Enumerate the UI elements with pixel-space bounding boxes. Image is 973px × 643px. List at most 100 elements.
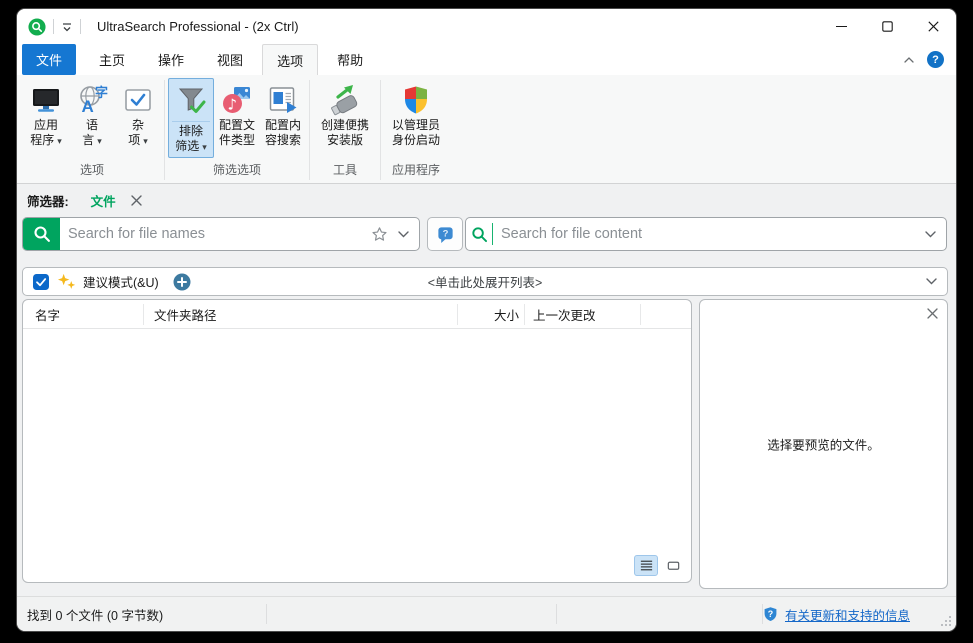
preview-placeholder-message: 选择要预览的文件。 bbox=[700, 435, 947, 454]
statusbar-separator bbox=[556, 604, 557, 624]
file-list-header: 名字 文件夹路径 大小 上一次更改 bbox=[23, 300, 691, 329]
statusbar-separator bbox=[266, 604, 267, 624]
update-shield-icon: ? bbox=[763, 606, 778, 622]
preview-close-icon[interactable] bbox=[924, 305, 940, 321]
column-separator[interactable] bbox=[640, 304, 641, 325]
tab-file[interactable]: 文件 bbox=[22, 44, 76, 75]
button-label: 容搜索 bbox=[265, 133, 301, 148]
ribbon-group-application: 以管理员 身份启动 应用程序 bbox=[381, 77, 451, 183]
content-search-doc-icon bbox=[267, 84, 299, 116]
expand-list-hint[interactable]: <单击此处展开列表> bbox=[23, 272, 947, 291]
resize-grip[interactable] bbox=[940, 615, 952, 627]
suggestion-mode-label: 建议模式(&U) bbox=[83, 272, 159, 291]
preview-panel: 选择要预览的文件。 bbox=[699, 299, 948, 589]
collapse-ribbon-icon[interactable] bbox=[903, 56, 915, 64]
tab-view[interactable]: 视图 bbox=[203, 44, 257, 75]
button-label: 言 bbox=[82, 133, 102, 149]
result-count-text: 找到 0 个文件 (0 字节数) bbox=[27, 605, 163, 624]
suggestion-mode-bar[interactable]: 建议模式(&U) <单击此处展开列表> bbox=[22, 267, 948, 296]
language-globe-icon: A 字 bbox=[76, 84, 108, 116]
configure-file-types-button[interactable]: ♪ 配置文 件类型 bbox=[214, 78, 260, 151]
tab-help[interactable]: 帮助 bbox=[323, 44, 377, 75]
button-label: 排除 bbox=[179, 124, 203, 139]
file-content-search-box[interactable] bbox=[465, 217, 947, 251]
svg-text:?: ? bbox=[442, 228, 448, 239]
filter-tab-files[interactable]: 文件 bbox=[91, 191, 116, 210]
column-separator[interactable] bbox=[143, 304, 144, 325]
button-label: 应用 bbox=[34, 118, 58, 133]
button-label: 杂 bbox=[132, 118, 144, 133]
button-label: 程序 bbox=[30, 133, 62, 149]
button-label: 语 bbox=[86, 118, 98, 133]
run-as-admin-button[interactable]: 以管理员 身份启动 bbox=[384, 78, 448, 151]
create-portable-button[interactable]: 创建便携 安装版 bbox=[313, 78, 377, 151]
close-button[interactable] bbox=[910, 9, 956, 44]
search-syntax-help-button[interactable]: ? bbox=[427, 217, 463, 251]
button-label: 安装版 bbox=[327, 133, 363, 148]
button-label: 创建便携 bbox=[321, 118, 369, 133]
group-label: 筛选选项 bbox=[165, 160, 309, 183]
language-button[interactable]: A 字 语 言 bbox=[69, 78, 115, 152]
minimize-button[interactable] bbox=[818, 9, 864, 44]
ribbon-tab-bar: 文件 主页 操作 视图 选项 帮助 ? bbox=[17, 44, 956, 75]
ribbon-group-options: 应用 程序 A 字 语 言 bbox=[20, 77, 164, 183]
window-title: UltraSearch Professional - (2x Ctrl) bbox=[97, 19, 299, 34]
svg-text:♪: ♪ bbox=[228, 96, 238, 114]
misc-button[interactable]: 杂 项 bbox=[115, 78, 161, 152]
button-label: 配置内 bbox=[265, 118, 301, 133]
column-header-name[interactable]: 名字 bbox=[35, 300, 60, 329]
button-label: 配置文 bbox=[219, 118, 255, 133]
search-row: ? bbox=[17, 217, 956, 251]
file-name-search-input[interactable] bbox=[60, 226, 371, 242]
titlebar-separator bbox=[53, 19, 54, 34]
svg-text:A: A bbox=[82, 97, 94, 116]
list-view-button[interactable] bbox=[634, 555, 658, 576]
status-bar: 找到 0 个文件 (0 字节数) ? 有关更新和支持的信息 bbox=[17, 596, 956, 631]
quick-access-dropdown-icon[interactable] bbox=[61, 22, 73, 32]
column-header-last-modified[interactable]: 上一次更改 bbox=[533, 300, 596, 329]
column-separator[interactable] bbox=[524, 304, 525, 325]
app-window: UltraSearch Professional - (2x Ctrl) 文件 … bbox=[17, 9, 956, 631]
application-button[interactable]: 应用 程序 bbox=[23, 78, 69, 152]
tile-view-icon bbox=[666, 558, 681, 573]
file-name-search-box[interactable] bbox=[22, 217, 420, 251]
file-content-search-input[interactable] bbox=[493, 226, 925, 242]
svg-text:字: 字 bbox=[95, 85, 108, 100]
list-view-icon bbox=[639, 558, 654, 573]
group-label: 工具 bbox=[310, 160, 380, 183]
search-icon bbox=[466, 225, 492, 244]
exclude-filter-button[interactable]: 排除 筛选 bbox=[168, 78, 214, 158]
titlebar-separator bbox=[80, 19, 81, 34]
suggestion-mode-checkbox[interactable] bbox=[33, 274, 49, 290]
usb-portable-icon bbox=[329, 84, 361, 116]
tab-actions[interactable]: 操作 bbox=[144, 44, 198, 75]
monitor-icon bbox=[30, 84, 62, 116]
chevron-down-icon[interactable] bbox=[398, 231, 409, 238]
button-label: 件类型 bbox=[219, 133, 255, 148]
button-label: 身份启动 bbox=[392, 133, 440, 148]
exclude-filter-funnel-icon bbox=[175, 84, 207, 116]
title-bar[interactable]: UltraSearch Professional - (2x Ctrl) bbox=[17, 9, 956, 44]
add-suggestion-icon[interactable] bbox=[173, 273, 191, 291]
chevron-down-icon[interactable] bbox=[926, 278, 937, 285]
file-types-media-icon: ♪ bbox=[221, 84, 253, 116]
group-label: 选项 bbox=[20, 160, 164, 183]
svg-text:?: ? bbox=[768, 609, 773, 619]
filter-close-icon[interactable] bbox=[130, 193, 144, 207]
tile-view-button[interactable] bbox=[661, 555, 685, 576]
checkbox-icon bbox=[122, 84, 154, 116]
help-icon[interactable]: ? bbox=[927, 51, 944, 68]
chevron-down-icon[interactable] bbox=[925, 231, 936, 238]
group-label: 应用程序 bbox=[381, 160, 451, 183]
app-logo-icon bbox=[28, 18, 46, 36]
column-header-folder-path[interactable]: 文件夹路径 bbox=[154, 300, 217, 329]
maximize-button[interactable] bbox=[864, 9, 910, 44]
column-header-size[interactable]: 大小 bbox=[457, 300, 519, 329]
help-bubble-icon: ? bbox=[436, 225, 455, 244]
configure-content-search-button[interactable]: 配置内 容搜索 bbox=[260, 78, 306, 151]
tab-home[interactable]: 主页 bbox=[85, 44, 139, 75]
tab-options[interactable]: 选项 bbox=[262, 44, 318, 75]
update-support-link[interactable]: 有关更新和支持的信息 bbox=[785, 605, 910, 624]
button-label: 以管理员 bbox=[392, 118, 440, 133]
favorite-star-icon[interactable] bbox=[371, 226, 388, 243]
